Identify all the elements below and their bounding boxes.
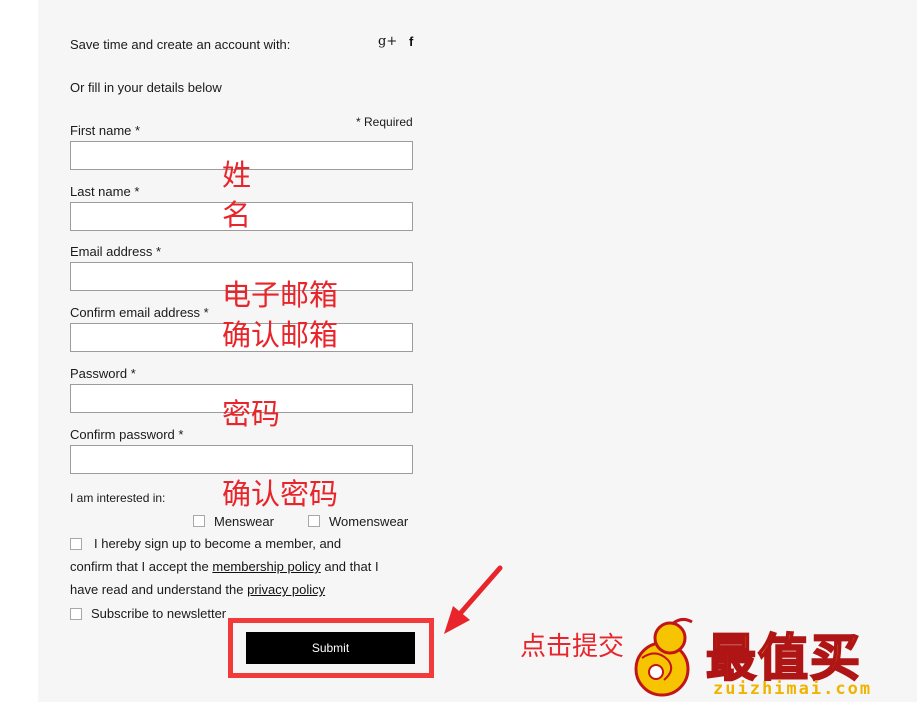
annotation-confirm-email: 确认邮箱 — [222, 318, 339, 352]
annotation-name-a: 姓 — [222, 158, 252, 192]
required-note: * Required — [356, 115, 413, 129]
facebook-icon[interactable]: f — [409, 34, 413, 49]
last-name-label: Last name * — [70, 184, 140, 199]
membership-policy-link[interactable]: membership policy — [212, 559, 320, 574]
menswear-checkbox[interactable] — [193, 515, 205, 527]
privacy-policy-link[interactable]: privacy policy — [247, 582, 325, 597]
annotation-password: 密码 — [222, 397, 281, 431]
annotation-click-submit: 点击提交 — [520, 632, 625, 662]
annotation-confirm-password: 确认密码 — [222, 477, 339, 511]
membership-text-a: confirm that I accept the — [70, 559, 213, 574]
membership-line3: have read and understand the privacy pol… — [70, 582, 325, 597]
brand-domain-text: zuizhimai.com — [713, 679, 873, 699]
membership-line2: confirm that I accept the membership pol… — [70, 559, 379, 574]
highlight-box — [228, 618, 434, 678]
annotation-email: 电子邮箱 — [222, 278, 339, 312]
membership-checkbox[interactable] — [70, 538, 82, 550]
gourd-logo-icon — [634, 617, 693, 697]
arrow-icon — [444, 565, 503, 634]
confirm-email-label: Confirm email address * — [70, 305, 209, 320]
womenswear-label: Womenswear — [329, 514, 409, 529]
password-label: Password * — [70, 366, 136, 381]
social-prompt: Save time and create an account with: — [70, 37, 291, 52]
newsletter-label: Subscribe to newsletter — [91, 606, 227, 621]
email-label: Email address * — [70, 244, 162, 259]
fill-prompt: Or fill in your details below — [70, 80, 222, 95]
membership-text-c: have read and understand the — [70, 582, 248, 597]
first-name-label: First name * — [70, 123, 141, 138]
confirm-password-label: Confirm password * — [70, 427, 184, 442]
annotation-name-b: 名 — [222, 198, 252, 232]
womenswear-checkbox[interactable] — [308, 515, 320, 527]
interests-label: I am interested in: — [70, 491, 166, 505]
membership-line1: I hereby sign up to become a member, and — [94, 536, 342, 551]
membership-text-b: and that I — [320, 559, 379, 574]
menswear-label: Menswear — [214, 514, 274, 529]
newsletter-checkbox[interactable] — [70, 608, 82, 620]
confirm-password-input[interactable] — [70, 445, 413, 474]
google-plus-icon[interactable]: g+ — [378, 34, 397, 49]
